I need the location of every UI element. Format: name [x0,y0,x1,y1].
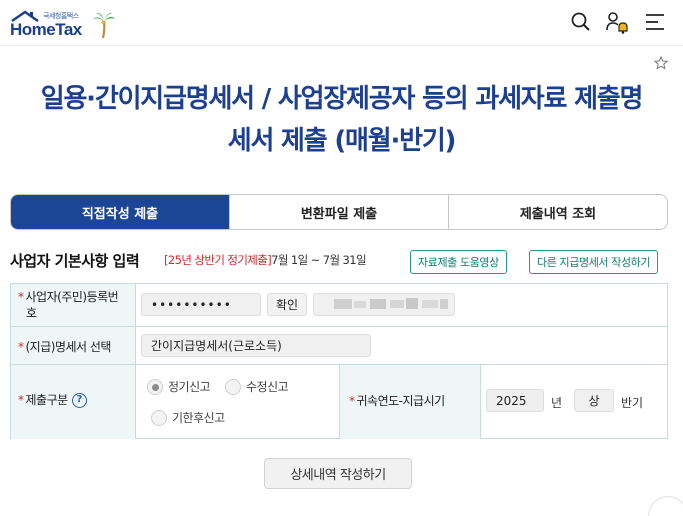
radio-amend[interactable]: 수정신고 [225,378,289,395]
favorite-star-icon[interactable] [654,56,668,70]
logo-wordmark: HomeTax [10,20,82,39]
radio-dot[interactable] [151,409,167,426]
period-tag: [25년 상반기 정기제출] [164,253,272,267]
palm-tree-icon [93,12,115,39]
menu-icon[interactable] [643,10,667,34]
year-input[interactable]: 2025 [486,389,544,412]
radio-dot[interactable] [225,378,241,395]
confirm-button[interactable]: 확인 [267,293,307,316]
bizno-input[interactable]: •••••••••• [141,293,261,316]
radio-late[interactable]: 기한후신고 [151,409,225,426]
business-info-form: * 사업자(주민)등록번 호 •••••••••• 확인 * (지급)명세서 선택 … [10,283,668,439]
page-title-line-2: 세서 제출 (매월·반기) [227,126,457,156]
help-icon[interactable]: ? [71,393,87,408]
statement-select[interactable]: 간이지급명세서(근로소득) [141,334,371,357]
page-title: 일용·간이지급명세서 / 사업장제공자 등의 과세자료 제출명 세서 제출 (매… [0,78,683,162]
bizno-label: * 사업자(주민)등록번 호 [11,284,136,327]
tab-history[interactable]: 제출내역 조회 [448,195,667,229]
half-select[interactable]: 상 [574,389,614,412]
tab-direct-submit[interactable]: 직접작성 제출 [11,195,229,229]
search-icon[interactable] [569,10,593,34]
detail-entry-button[interactable]: 상세내역 작성하기 [264,458,412,489]
hometax-logo[interactable]: 국세청홈택스 HomeTax [10,7,120,41]
submit-type-label: * 제출구분? [11,365,136,439]
statement-label: * (지급)명세서 선택 [11,327,136,365]
guide-video-button[interactable]: 자료제출 도움영상 [410,250,507,274]
section-title: 사업자 기본사항 입력 [10,252,140,270]
top-header: 국세청홈택스 HomeTax [0,0,683,46]
page-title-line-1: 일용·간이지급명세서 / 사업장제공자 등의 과세자료 제출명 [40,84,644,114]
tab-file-submit[interactable]: 변환파일 제출 [229,195,448,229]
radio-regular[interactable]: 정기신고 [147,378,211,395]
blurred-name [334,298,448,309]
submission-period: [25년 상반기 정기제출]7월 1일 ~ 7월 31일 [164,252,367,268]
period-dates: 7월 1일 ~ 7월 31일 [271,253,366,267]
scroll-top-button[interactable] [648,496,683,516]
attribution-label: * 귀속연도-지급시기 [339,365,481,439]
business-name-field [313,293,455,316]
year-unit: 년 [551,396,563,410]
radio-dot-selected[interactable] [147,378,163,395]
half-unit: 반기 [621,396,644,410]
tab-bar: 직접작성 제출 변환파일 제출 제출내역 조회 [10,194,668,230]
user-alert-icon[interactable] [605,10,629,34]
other-statement-button[interactable]: 다른 지급명세서 작성하기 [529,250,659,274]
